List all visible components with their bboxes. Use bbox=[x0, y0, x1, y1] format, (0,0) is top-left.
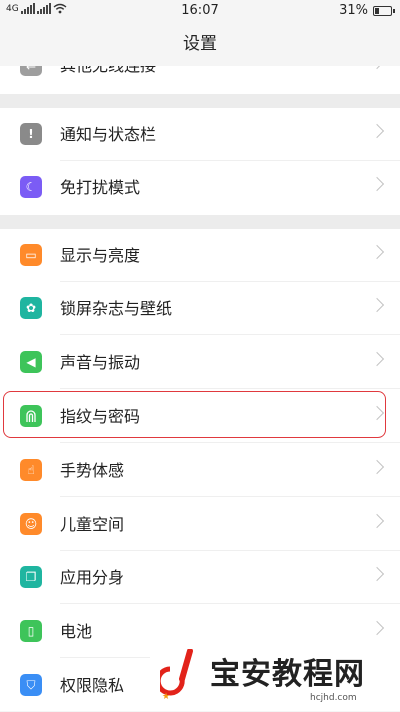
settings-item-notifications[interactable]: ! 通知与状态栏 bbox=[0, 108, 400, 161]
settings-item-do-not-disturb[interactable]: ☾ 免打扰模式 bbox=[0, 161, 400, 214]
settings-item-kids-space[interactable]: ☺ 儿童空间 bbox=[0, 498, 400, 551]
settings-item-other-wireless[interactable]: ⇄ 其他无线连接 bbox=[0, 66, 400, 92]
gesture-icon: ☝ bbox=[20, 459, 42, 481]
child-icon: ☺ bbox=[20, 513, 42, 535]
settings-group-notify: ! 通知与状态栏 ☾ 免打扰模式 bbox=[0, 108, 400, 215]
watermark-url: hcjhd.com bbox=[310, 693, 357, 703]
chevron-right-icon bbox=[369, 459, 385, 475]
settings-item-label: 免打扰模式 bbox=[60, 178, 141, 197]
chevron-right-icon bbox=[369, 620, 385, 636]
settings-item-label: 锁屏杂志与壁纸 bbox=[60, 299, 173, 318]
settings-item-app-clone[interactable]: ❐ 应用分身 bbox=[0, 551, 400, 604]
group-divider bbox=[0, 94, 400, 108]
flower-icon: ✿ bbox=[20, 297, 42, 319]
settings-item-label: 应用分身 bbox=[60, 568, 125, 587]
link-icon: ⇄ bbox=[20, 66, 42, 76]
watermark: ★ 宝安教程网 hcjhd.com bbox=[150, 641, 400, 711]
status-bar: 4G 16:07 31% bbox=[0, 0, 400, 22]
watermark-title: 宝安教程网 bbox=[210, 657, 365, 692]
settings-item-label: 儿童空间 bbox=[60, 515, 125, 534]
chevron-right-icon bbox=[369, 176, 385, 192]
battery-icon bbox=[373, 5, 395, 16]
group-divider bbox=[0, 215, 400, 229]
settings-item-label: 通知与状态栏 bbox=[60, 125, 157, 144]
battery-icon: ▯ bbox=[20, 620, 42, 642]
battery-percent: 31% bbox=[339, 3, 368, 18]
chevron-right-icon bbox=[369, 244, 385, 260]
settings-item-label: 手势体感 bbox=[60, 461, 125, 480]
display-icon: ▭ bbox=[20, 244, 42, 266]
watermark-logo-icon: ★ bbox=[160, 649, 193, 702]
chevron-right-icon bbox=[369, 297, 385, 313]
settings-item-lockscreen-wallpaper[interactable]: ✿ 锁屏杂志与壁纸 bbox=[0, 282, 400, 335]
clone-icon: ❐ bbox=[20, 566, 42, 588]
settings-group-wireless: ⇄ 其他无线连接 bbox=[0, 66, 400, 94]
svg-text:★: ★ bbox=[162, 692, 170, 702]
settings-item-label: 权限隐私 bbox=[60, 676, 125, 695]
chevron-right-icon bbox=[369, 513, 385, 529]
settings-item-label: 声音与振动 bbox=[60, 353, 141, 372]
settings-item-gesture[interactable]: ☝ 手势体感 bbox=[0, 444, 400, 497]
settings-group-personal: ▭ 显示与亮度 ✿ 锁屏杂志与壁纸 ◀ 声音与振动 指纹与密码 ☝ 手势体感 ☺… bbox=[0, 229, 400, 711]
chevron-right-icon bbox=[369, 123, 385, 139]
speaker-icon: ◀ bbox=[20, 351, 42, 373]
moon-icon: ☾ bbox=[20, 176, 42, 198]
settings-item-display[interactable]: ▭ 显示与亮度 bbox=[0, 229, 400, 282]
chevron-right-icon bbox=[369, 351, 385, 367]
highlight-box bbox=[3, 391, 386, 438]
notification-icon: ! bbox=[20, 123, 42, 145]
settings-item-label: 显示与亮度 bbox=[60, 246, 141, 265]
chevron-right-icon bbox=[369, 566, 385, 582]
shield-icon: ⛉ bbox=[20, 674, 42, 696]
settings-item-label: 电池 bbox=[60, 622, 93, 641]
page-title: 设置 bbox=[0, 22, 400, 66]
settings-item-sound[interactable]: ◀ 声音与振动 bbox=[0, 336, 400, 389]
chevron-right-icon bbox=[369, 66, 385, 70]
settings-item-label: 其他无线连接 bbox=[60, 66, 156, 92]
